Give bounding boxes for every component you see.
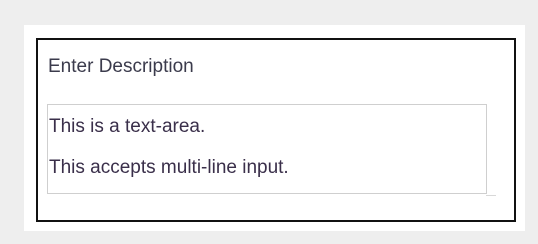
description-textarea[interactable]: This is a text-area. This accepts multi-…	[47, 104, 487, 194]
textarea-line-2: This accepts multi-line input.	[49, 157, 289, 178]
textarea-line-1: This is a text-area.	[49, 116, 206, 137]
textarea-edge-line	[486, 195, 496, 196]
description-label: Enter Description	[48, 56, 194, 77]
description-panel: Enter Description This is a text-area. T…	[36, 38, 516, 222]
